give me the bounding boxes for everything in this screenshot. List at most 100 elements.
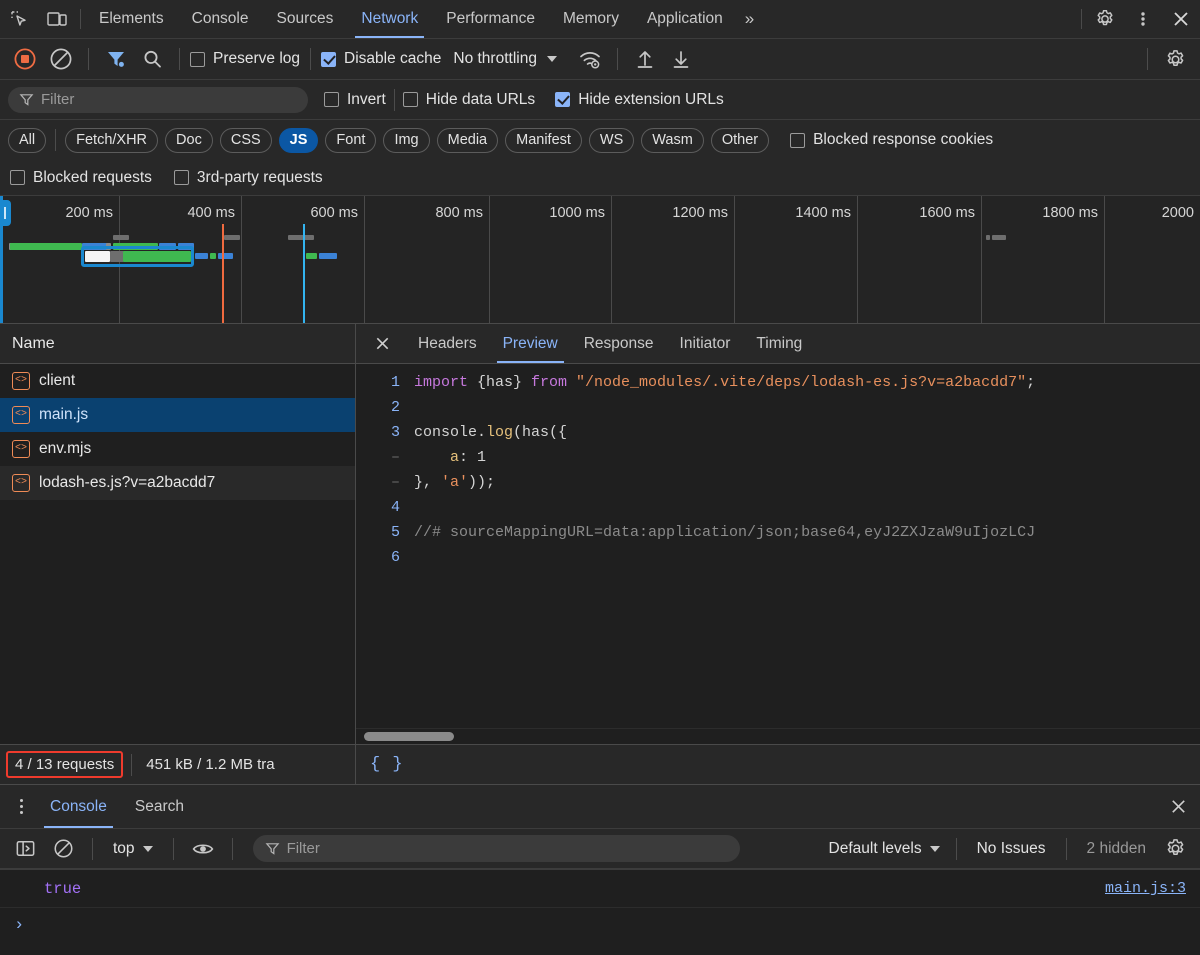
checkbox-box <box>555 92 570 107</box>
tab-elements[interactable]: Elements <box>85 0 178 38</box>
console-output[interactable]: true main.js:3 › <box>0 869 1200 955</box>
tab-sources[interactable]: Sources <box>263 0 348 38</box>
request-list-panel: Name <>client<>main.js<>env.mjs<>lodash-… <box>0 324 356 744</box>
devtools-tabbar: Elements Console Sources Network Perform… <box>0 0 1200 39</box>
export-har-icon[interactable] <box>664 44 698 74</box>
drawer-tab-console[interactable]: Console <box>36 785 121 828</box>
console-filter-input[interactable]: Filter <box>253 835 740 862</box>
network-conditions-icon[interactable] <box>573 44 607 74</box>
overview-window-left-handle[interactable] <box>0 200 11 226</box>
throttling-select[interactable]: No throttling <box>443 50 557 68</box>
console-source-link[interactable]: main.js:3 <box>1105 880 1186 897</box>
tab-application[interactable]: Application <box>633 0 737 38</box>
blocked-requests-checkbox[interactable]: Blocked requests <box>10 169 152 187</box>
gear-icon[interactable] <box>1158 44 1192 74</box>
clear-icon[interactable] <box>44 44 78 74</box>
kebab-menu-icon[interactable] <box>1124 0 1162 38</box>
device-toolbar-icon[interactable] <box>38 0 76 38</box>
inspect-element-icon[interactable] <box>0 0 38 38</box>
overview-gridline <box>364 196 365 323</box>
request-list-header[interactable]: Name <box>0 324 355 364</box>
pretty-print-braces-icon[interactable]: { } <box>370 755 404 774</box>
issues-counter[interactable]: No Issues <box>965 840 1058 858</box>
tab-performance[interactable]: Performance <box>432 0 549 38</box>
overview-bar <box>986 235 990 240</box>
network-toolbar: Preserve log Disable cache No throttling <box>0 39 1200 80</box>
tab-network[interactable]: Network <box>347 0 432 38</box>
kebab-menu-icon[interactable] <box>6 785 36 828</box>
execution-context-select[interactable]: top <box>105 840 161 858</box>
tab-console[interactable]: Console <box>178 0 263 38</box>
console-toolbar: top Filter Default levels <box>0 829 1200 869</box>
transferred-text: 451 kB / 1.2 MB tra <box>146 756 274 773</box>
hide-data-urls-checkbox[interactable]: Hide data URLs <box>403 91 535 109</box>
filter-pill-other[interactable]: Other <box>711 128 769 153</box>
filter-pill-ws[interactable]: WS <box>589 128 634 153</box>
hide-extension-urls-checkbox[interactable]: Hide extension URLs <box>555 91 724 109</box>
code-token: from <box>531 374 576 391</box>
code-text: //# sourceMappingURL=data:application/js… <box>414 520 1200 545</box>
filter-pill-doc[interactable]: Doc <box>165 128 213 153</box>
filter-pill-css[interactable]: CSS <box>220 128 272 153</box>
tab-memory[interactable]: Memory <box>549 0 633 38</box>
detail-tab-preview[interactable]: Preview <box>490 324 571 363</box>
filter-pill-js[interactable]: JS <box>279 128 319 153</box>
js-file-icon: <> <box>12 474 30 492</box>
preserve-log-label: Preserve log <box>213 50 300 68</box>
log-levels-select[interactable]: Default levels <box>821 840 948 858</box>
filter-pill-img[interactable]: Img <box>383 128 429 153</box>
filter-pill-font[interactable]: Font <box>325 128 376 153</box>
drawer-tab-search[interactable]: Search <box>121 785 198 828</box>
third-party-requests-checkbox[interactable]: 3rd-party requests <box>174 169 323 187</box>
filter-pill-media[interactable]: Media <box>437 128 499 153</box>
close-icon[interactable] <box>360 324 405 363</box>
code-text <box>414 395 1200 420</box>
gear-icon[interactable] <box>1158 834 1192 864</box>
gear-icon[interactable] <box>1086 0 1124 38</box>
filter-funnel-icon[interactable] <box>99 44 133 74</box>
preserve-log-checkbox[interactable]: Preserve log <box>190 50 300 68</box>
request-row[interactable]: <>lodash-es.js?v=a2bacdd7 <box>0 466 355 500</box>
hidden-messages-label[interactable]: 2 hidden <box>1075 840 1158 858</box>
overview-gridline <box>489 196 490 323</box>
detail-tab-initiator[interactable]: Initiator <box>667 324 744 363</box>
search-icon[interactable] <box>135 44 169 74</box>
chevron-down-icon <box>930 846 940 852</box>
request-row[interactable]: <>env.mjs <box>0 432 355 466</box>
chevron-down-icon <box>547 56 557 62</box>
code-horizontal-scrollbar[interactable] <box>356 728 1200 744</box>
scrollbar-thumb[interactable] <box>364 732 454 741</box>
detail-tab-timing[interactable]: Timing <box>743 324 815 363</box>
record-stop-icon[interactable] <box>8 44 42 74</box>
tab-label: Preview <box>503 335 558 353</box>
invert-checkbox[interactable]: Invert <box>324 91 386 109</box>
request-row[interactable]: <>client <box>0 364 355 398</box>
line-number: 1 <box>356 370 414 395</box>
clear-console-icon[interactable] <box>46 834 80 864</box>
network-overview-timeline[interactable]: 200 ms400 ms600 ms800 ms1000 ms1200 ms14… <box>0 196 1200 324</box>
overview-tick-label: 800 ms <box>379 205 483 221</box>
disable-cache-checkbox[interactable]: Disable cache <box>321 50 441 68</box>
blocked-response-cookies-checkbox[interactable]: Blocked response cookies <box>790 131 993 149</box>
code-line: 6 <box>356 545 1200 570</box>
filter-pill-all[interactable]: All <box>8 128 46 153</box>
chevron-double-right-icon[interactable]: » <box>737 0 762 38</box>
console-message-row[interactable]: true main.js:3 <box>0 870 1200 908</box>
pretty-print-label: { } <box>370 755 404 774</box>
console-prompt[interactable]: › <box>0 908 1200 942</box>
import-har-icon[interactable] <box>628 44 662 74</box>
console-result-value: true <box>14 880 81 898</box>
search-input[interactable]: Filter <box>8 87 308 113</box>
filter-pill-wasm[interactable]: Wasm <box>641 128 704 153</box>
close-icon[interactable] <box>1162 0 1200 38</box>
detail-tab-headers[interactable]: Headers <box>405 324 490 363</box>
overview-bar <box>195 253 208 259</box>
console-sidebar-icon[interactable] <box>8 834 42 864</box>
detail-tab-response[interactable]: Response <box>571 324 667 363</box>
code-preview[interactable]: 1import {has} from "/node_modules/.vite/… <box>356 364 1200 728</box>
request-row[interactable]: <>main.js <box>0 398 355 432</box>
filter-pill-fetch-xhr[interactable]: Fetch/XHR <box>65 128 158 153</box>
live-expression-icon[interactable] <box>186 834 220 864</box>
close-icon[interactable] <box>1156 785 1200 828</box>
filter-pill-manifest[interactable]: Manifest <box>505 128 582 153</box>
